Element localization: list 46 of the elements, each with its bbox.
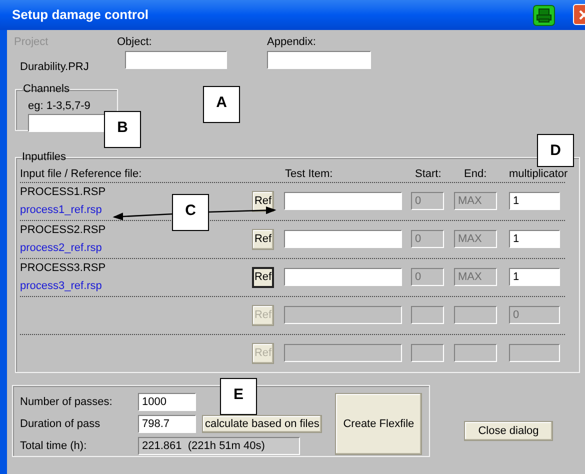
duration-label: Duration of pass [20, 416, 102, 432]
input-field[interactable] [267, 50, 371, 68]
total-time-field[interactable]: 221.861 (221h 51m 40s) [138, 437, 300, 455]
ref-button[interactable]: Ref [252, 266, 274, 288]
annotation-label: D [537, 134, 574, 167]
reference-file-link[interactable]: process2_ref.rsp [20, 240, 102, 256]
input-field[interactable] [284, 268, 402, 286]
printer-icon[interactable] [533, 4, 555, 26]
column-header: Start: [414, 166, 442, 182]
channels-title: Channels [23, 83, 70, 95]
annotation-arrow [112, 212, 172, 220]
input-field[interactable]: 798.7 [138, 415, 196, 433]
annotation-label: B [104, 111, 141, 148]
column-header: Test Item: [284, 166, 334, 182]
column-header: Input file / Reference file: [20, 166, 143, 182]
input-field[interactable]: 1 [509, 230, 560, 248]
close-dialog-button[interactable]: Close dialog [464, 421, 553, 441]
input-field[interactable] [284, 192, 402, 210]
column-header: End: [463, 166, 488, 182]
input-field[interactable]: 1 [509, 268, 560, 286]
ref-button[interactable]: Ref [252, 190, 274, 212]
object-label: Object: [117, 35, 153, 50]
annotation-arrow [208, 206, 276, 214]
input-field[interactable]: 1000 [138, 393, 196, 411]
ref-button[interactable]: Ref [252, 228, 274, 250]
window-title: Setup damage control [12, 6, 149, 24]
inputfiles-title: Inputfiles [22, 151, 66, 163]
annotation-label: C [172, 194, 209, 231]
reference-file-link[interactable]: process3_ref.rsp [20, 278, 102, 294]
passes-label: Number of passes: [20, 394, 114, 410]
annotation-label: A [203, 86, 240, 123]
input-file-name: PROCESS2.RSP [20, 222, 107, 238]
channels-hint: eg: 1-3,5,7-9 [28, 98, 92, 114]
project-name: Durability.PRJ [19, 60, 90, 74]
input-field[interactable]: 1 [509, 192, 560, 210]
column-header: multiplicator [509, 166, 565, 182]
calculate-button[interactable]: calculate based on files [202, 415, 322, 433]
input-file-name: PROCESS1.RSP [20, 184, 107, 200]
total-time-label: Total time (h): [20, 438, 88, 454]
annotation-label: E [220, 378, 257, 415]
input-file-name: PROCESS3.RSP [20, 260, 107, 276]
appendix-label: Appendix: [267, 35, 317, 50]
input-field[interactable] [284, 230, 402, 248]
input-field[interactable] [125, 50, 227, 68]
reference-file-link[interactable]: process1_ref.rsp [20, 202, 102, 218]
create-flexfile-button[interactable]: Create Flexfile [335, 393, 422, 455]
